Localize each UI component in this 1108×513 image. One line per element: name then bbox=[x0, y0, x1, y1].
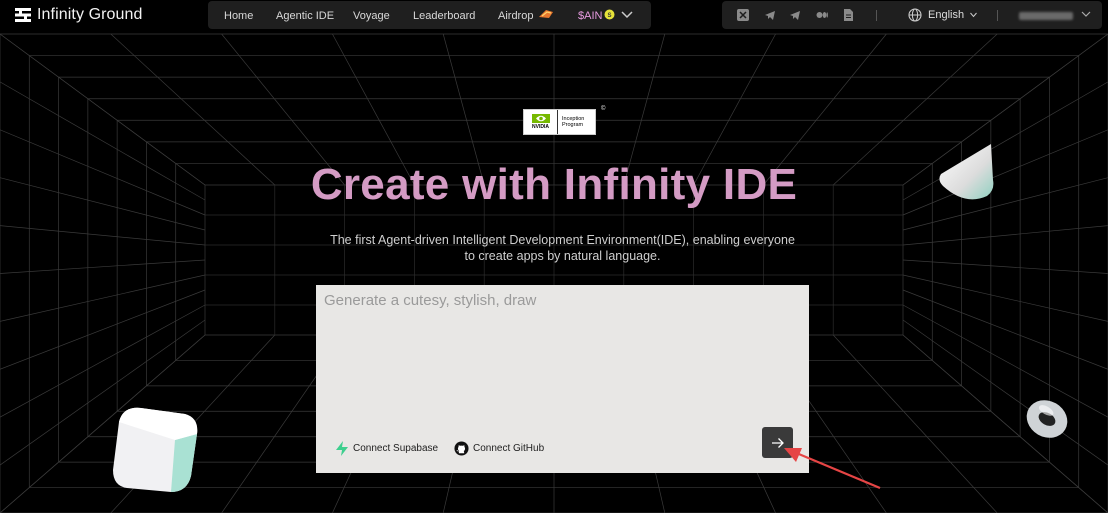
cube-shape bbox=[113, 407, 198, 492]
supabase-icon bbox=[336, 441, 348, 456]
globe-icon bbox=[908, 8, 922, 22]
nvidia-eye-icon bbox=[531, 114, 550, 123]
subtitle-line-2: to create apps by natural language. bbox=[464, 249, 661, 263]
nvidia-logo: NVIDIA bbox=[524, 110, 558, 134]
badge-line-2: Program bbox=[562, 122, 584, 128]
annotation-arrow bbox=[784, 448, 881, 490]
connect-github-label: Connect GitHub bbox=[473, 443, 545, 454]
svg-text:S: S bbox=[607, 13, 611, 19]
nav-ain[interactable]: $AIN bbox=[578, 10, 602, 22]
connect-github-button[interactable]: Connect GitHub bbox=[454, 441, 544, 456]
airdrop-badge-icon bbox=[539, 10, 553, 18]
page-title: Create with Infinity IDE bbox=[310, 160, 798, 209]
nvidia-wordmark: NVIDIA bbox=[532, 124, 549, 130]
telegram-icon[interactable] bbox=[789, 9, 801, 21]
brand-name: Infinity Ground bbox=[37, 6, 143, 23]
language-selector[interactable]: English bbox=[908, 8, 977, 22]
chevron-down-icon[interactable] bbox=[1081, 10, 1091, 18]
infinity-ground-logo-icon bbox=[15, 8, 31, 22]
inception-program-text: Inception Program bbox=[558, 116, 584, 128]
nav-leaderboard[interactable]: Leaderboard bbox=[413, 10, 475, 22]
header-right-bar: English bbox=[722, 1, 1102, 29]
github-icon bbox=[454, 441, 469, 456]
subtitle-line-1: The first Agent-driven Intelligent Devel… bbox=[330, 233, 795, 247]
chevron-down-icon bbox=[970, 12, 977, 18]
divider bbox=[997, 10, 998, 21]
nav-airdrop[interactable]: Airdrop bbox=[498, 10, 533, 22]
medium-icon[interactable] bbox=[816, 9, 828, 21]
connect-supabase-label: Connect Supabase bbox=[353, 443, 439, 454]
main-nav: Home Agentic IDE Voyage Leaderboard Aird… bbox=[208, 1, 651, 29]
top-header: Infinity Ground Home Agentic IDE Voyage … bbox=[0, 0, 1108, 32]
connect-supabase-button[interactable]: Connect Supabase bbox=[335, 441, 438, 456]
brand-logo[interactable]: Infinity Ground bbox=[15, 6, 143, 24]
nav-voyage[interactable]: Voyage bbox=[353, 10, 390, 22]
document-icon[interactable] bbox=[842, 9, 854, 21]
prompt-input[interactable] bbox=[322, 290, 806, 414]
registered-mark: © bbox=[601, 106, 606, 112]
language-label: English bbox=[928, 9, 965, 21]
divider bbox=[876, 10, 877, 21]
telegram-icon[interactable] bbox=[764, 9, 776, 21]
x-icon[interactable] bbox=[737, 9, 749, 21]
nav-agentic-ide[interactable]: Agentic IDE bbox=[276, 10, 334, 22]
page-subtitle: The first Agent-driven Intelligent Devel… bbox=[300, 232, 825, 264]
nav-home[interactable]: Home bbox=[224, 10, 253, 22]
user-account-blurred[interactable] bbox=[1019, 12, 1073, 20]
prompt-panel: Connect Supabase Connect GitHub bbox=[316, 285, 809, 473]
torus-shape bbox=[1026, 400, 1068, 438]
chevron-down-icon[interactable] bbox=[621, 10, 633, 20]
nvidia-inception-badge: NVIDIA Inception Program bbox=[523, 109, 596, 135]
ain-coin-icon: S bbox=[604, 9, 615, 20]
